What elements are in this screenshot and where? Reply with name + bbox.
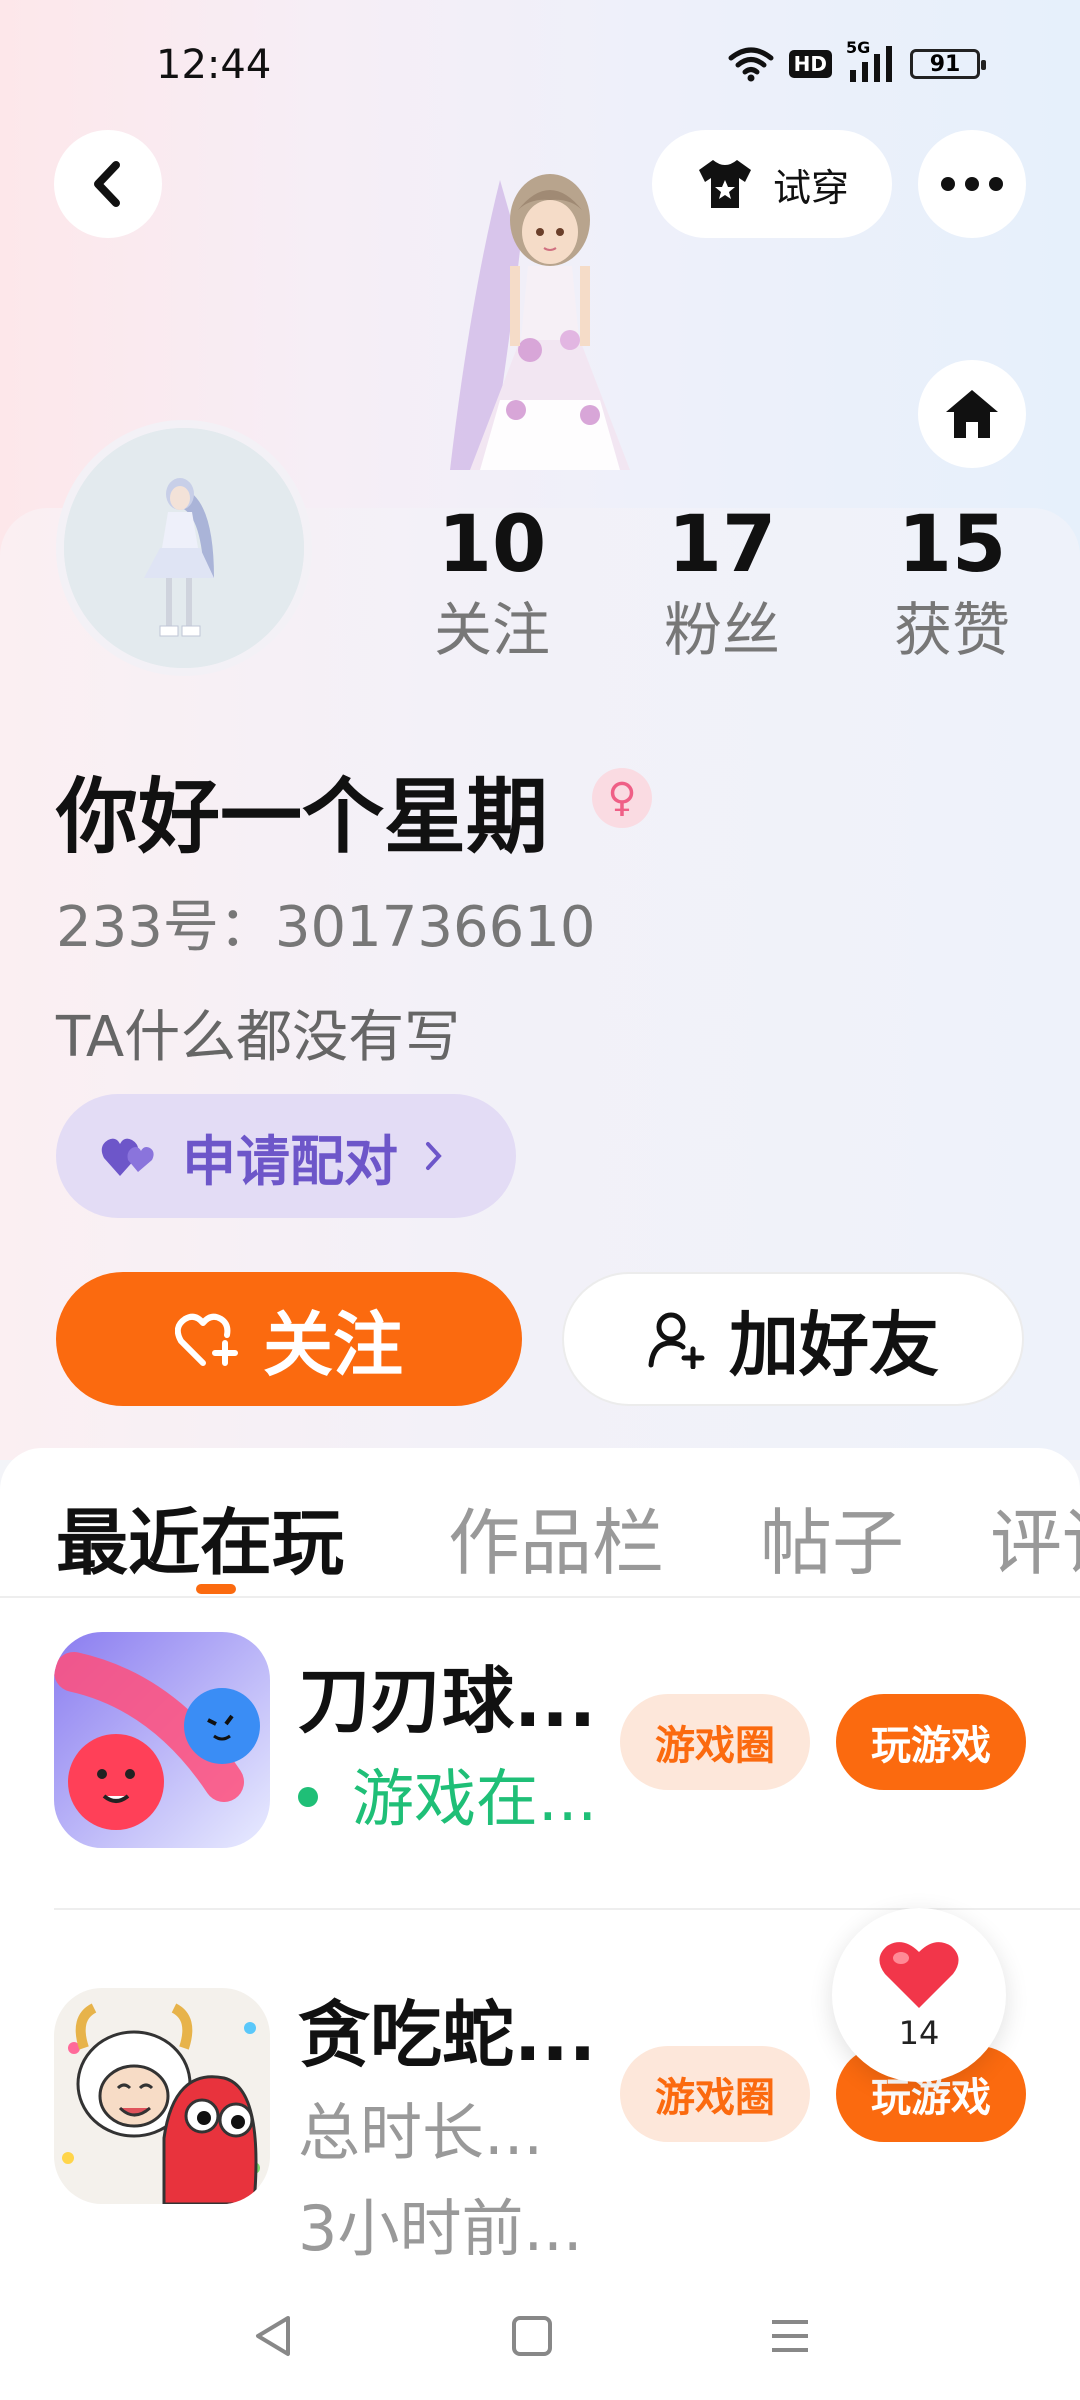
stat-following-label: 关注 <box>433 596 550 664</box>
heart-plus-icon <box>175 1313 238 1366</box>
game-icon[interactable] <box>54 1632 270 1848</box>
add-user-icon <box>648 1312 705 1369</box>
gender-symbol: ♀ <box>607 775 637 821</box>
stat-fans[interactable]: 17 粉丝 <box>622 500 822 670</box>
hd-badge: HD <box>788 50 832 78</box>
tab-posts[interactable]: 帖子 <box>760 1484 904 1589</box>
floating-like-button[interactable]: 14 <box>832 1908 1006 2082</box>
system-navigation-bar <box>0 2270 1080 2400</box>
female-gender-icon: ♀ <box>592 768 652 828</box>
stat-fans-value: 17 <box>667 500 777 590</box>
wifi-icon <box>728 47 774 82</box>
game-title: 刀刃球... <box>298 1659 597 1743</box>
user-id: 233号：301736610 <box>56 895 596 960</box>
stat-likes[interactable]: 15 获赞 <box>852 500 1052 670</box>
game-icon[interactable] <box>54 1988 270 2204</box>
bio-text: TA什么都没有写 <box>56 1005 461 1070</box>
status-time: 12:44 <box>156 42 272 88</box>
nav-back-button[interactable] <box>244 2306 304 2366</box>
square-home-icon <box>512 2316 552 2356</box>
avatar-figure-illustration <box>64 428 304 668</box>
stat-fans-label: 粉丝 <box>663 596 780 664</box>
chevron-right-icon <box>426 1142 442 1170</box>
follow-button[interactable]: 关注 <box>56 1272 522 1406</box>
apply-pair-label: 申请配对 <box>182 1129 398 1193</box>
tab-works[interactable]: 作品栏 <box>448 1484 664 1589</box>
character-avatar-illustration[interactable] <box>430 140 670 510</box>
stat-likes-label: 获赞 <box>893 596 1010 664</box>
apply-pair-button[interactable]: 申请配对 <box>56 1094 516 1218</box>
try-on-label: 试穿 <box>772 165 849 210</box>
game-playtime: 总时长... <box>298 2096 544 2169</box>
double-heart-icon <box>101 1138 154 1176</box>
nav-menu-button[interactable] <box>760 2306 820 2366</box>
add-friend-button[interactable]: 加好友 <box>562 1272 1024 1406</box>
menu-lines-icon <box>772 2320 808 2352</box>
stat-following-value: 10 <box>437 500 547 590</box>
stat-likes-value: 15 <box>897 500 1007 590</box>
add-friend-label: 加好友 <box>729 1303 939 1386</box>
status-bar: 12:44 HD 5G 91 <box>0 0 1080 130</box>
like-count: 14 <box>898 2014 940 2052</box>
more-button[interactable] <box>918 130 1026 238</box>
heart-icon <box>879 1942 959 2008</box>
home-icon <box>946 390 998 438</box>
triangle-back-icon <box>256 2316 290 2356</box>
home-button[interactable] <box>918 360 1026 468</box>
battery-level: 91 <box>929 51 961 77</box>
play-game-button[interactable]: 玩游戏 <box>836 1694 1026 1790</box>
avatar[interactable] <box>56 420 312 676</box>
stat-following[interactable]: 10 关注 <box>392 500 592 670</box>
back-button[interactable] <box>54 130 162 238</box>
more-dots-icon <box>941 177 1003 191</box>
tab-bar: 最近在玩 作品栏 帖子 评论 <box>0 1448 1080 1598</box>
tshirt-icon <box>698 160 751 208</box>
online-status-dot <box>298 1786 318 1807</box>
game-title: 贪吃蛇... <box>298 1993 597 2077</box>
game-circle-button[interactable]: 游戏圈 <box>620 1694 810 1790</box>
signal-icon: 5G <box>846 38 896 84</box>
nav-home-button[interactable] <box>502 2306 562 2366</box>
follow-label: 关注 <box>263 1303 403 1386</box>
status-icons: HD 5G 91 <box>727 38 986 84</box>
game-last-played: 3小时前... <box>298 2192 583 2265</box>
nickname: 你好一个星期 <box>56 770 549 865</box>
game-status-text: 游戏在... <box>352 1762 598 1835</box>
chevron-left-icon <box>94 161 120 207</box>
game-circle-button[interactable]: 游戏圈 <box>620 2046 810 2142</box>
game-status: 游戏在... <box>298 1748 597 1838</box>
tab-comments[interactable]: 评论 <box>990 1484 1080 1589</box>
try-on-button[interactable]: 试穿 <box>652 130 892 238</box>
tab-indicator <box>196 1584 236 1594</box>
tab-recently-played[interactable]: 最近在玩 <box>56 1484 344 1589</box>
battery-icon: 91 <box>910 49 986 79</box>
